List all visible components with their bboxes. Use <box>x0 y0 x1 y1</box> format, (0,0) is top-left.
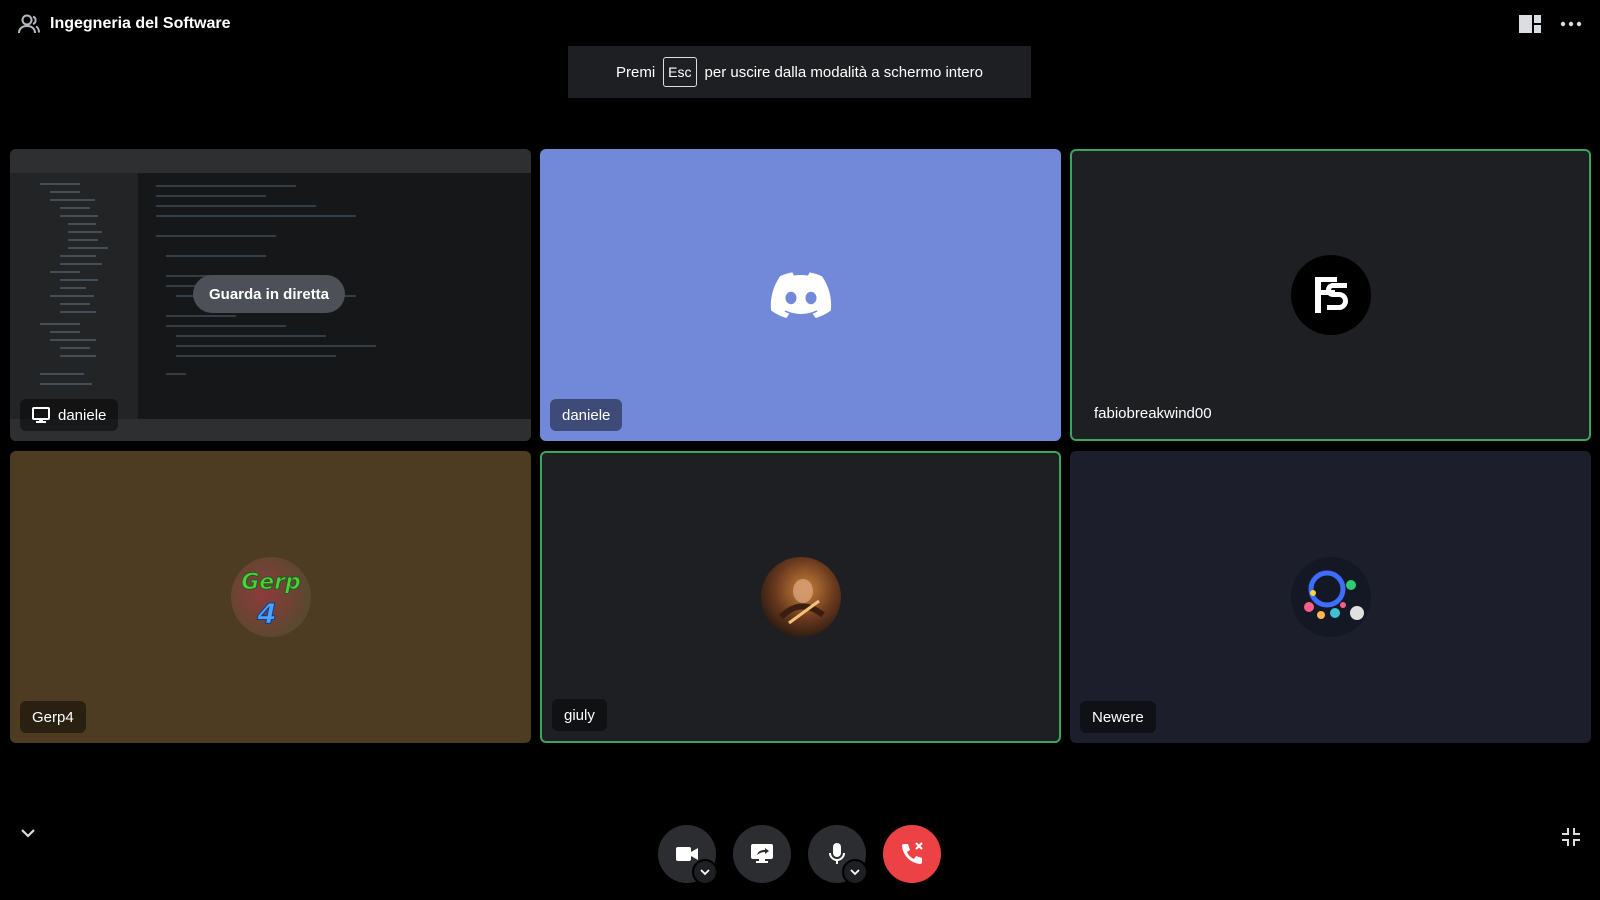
screen-share-tile[interactable]: Guarda in diretta daniele <box>10 149 531 441</box>
hint-suffix: per uscire dalla modalità a schermo inte… <box>704 63 983 81</box>
participant-name-tag: daniele <box>20 399 119 431</box>
participant-tile-daniele[interactable]: daniele <box>540 149 1061 441</box>
top-bar: Ingegneria del Software <box>0 0 1600 50</box>
watch-live-button[interactable]: Guarda in diretta <box>193 275 346 313</box>
participant-name: fabiobreakwind00 <box>1094 404 1212 422</box>
esc-key: Esc <box>663 57 697 87</box>
channel-title: Ingegneria del Software <box>50 15 231 32</box>
participant-name-tag: fabiobreakwind00 <box>1082 397 1224 429</box>
fullscreen-exit-hint: Premi Esc per uscire dalla modalità a sc… <box>568 46 1031 98</box>
participant-name: daniele <box>562 406 611 424</box>
hint-prefix: Premi <box>616 63 656 81</box>
discord-default-avatar <box>760 255 841 335</box>
camera-button[interactable] <box>658 825 718 885</box>
collapse-chevron-icon[interactable] <box>20 828 36 838</box>
microphone-icon <box>828 842 846 866</box>
participant-tile-newere[interactable]: Newere <box>1070 451 1591 743</box>
microphone-options-chevron-icon[interactable] <box>842 859 868 885</box>
discord-logo-icon <box>770 272 831 318</box>
participant-grid: Guarda in diretta daniele daniele fabiob… <box>10 149 1592 745</box>
participant-name: Gerp4 <box>32 708 74 726</box>
giuly-avatar <box>760 557 841 637</box>
participant-name-tag: giuly <box>552 699 607 731</box>
gerp4-avatar: Gerp 4 <box>230 557 311 637</box>
layout-grid-icon[interactable] <box>1518 14 1542 34</box>
exit-fullscreen-icon[interactable] <box>1560 826 1582 848</box>
participant-tile-fabiobreakwind00[interactable]: fabiobreakwind00 <box>1070 149 1591 441</box>
microphone-button[interactable] <box>808 825 868 885</box>
svg-text:Gerp: Gerp <box>241 570 301 595</box>
participant-name-tag: Gerp4 <box>20 701 86 733</box>
participant-name-tag: daniele <box>550 399 623 431</box>
participant-tile-giuly[interactable]: giuly <box>540 451 1061 743</box>
voice-users-icon <box>18 14 40 34</box>
newere-avatar <box>1290 557 1371 637</box>
screen-share-monitor-icon <box>32 407 50 423</box>
participant-name: Newere <box>1092 708 1144 726</box>
hang-up-icon <box>899 841 925 867</box>
channel-header: Ingegneria del Software <box>18 14 230 34</box>
call-controls <box>658 825 941 885</box>
svg-text:4: 4 <box>256 597 276 630</box>
camera-icon <box>675 845 699 863</box>
screen-share-button[interactable] <box>733 825 791 883</box>
participant-name: daniele <box>58 406 107 424</box>
camera-options-chevron-icon[interactable] <box>692 859 718 885</box>
screen-share-icon <box>750 843 774 865</box>
more-options-icon[interactable] <box>1560 21 1582 27</box>
fs-monogram-avatar <box>1290 255 1371 335</box>
call-controls-bar <box>0 800 1600 900</box>
participant-tile-gerp4[interactable]: Gerp 4 Gerp4 <box>10 451 531 743</box>
participant-name: giuly <box>564 706 595 724</box>
top-right-actions <box>1518 14 1582 34</box>
disconnect-button[interactable] <box>883 825 941 883</box>
participant-name-tag: Newere <box>1080 701 1156 733</box>
